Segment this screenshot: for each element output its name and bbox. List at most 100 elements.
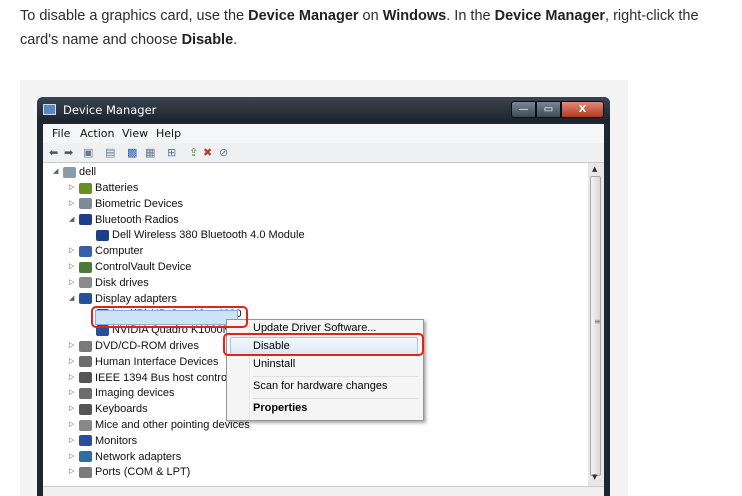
tree-item[interactable]: ◢ Display adapters	[69, 291, 177, 307]
tree-item[interactable]: ▷ ControlVault Device	[69, 259, 191, 275]
tree-item[interactable]: ▷ DVD/CD-ROM drives	[69, 338, 199, 354]
menu-item-scan[interactable]: Scan for hardware changes	[253, 380, 388, 392]
menu-help[interactable]: Help	[156, 127, 181, 140]
properties-icon[interactable]: ▣	[83, 146, 93, 159]
maximize-button[interactable]: ▭	[536, 101, 561, 118]
tree-item-label: Bluetooth Radios	[95, 213, 179, 226]
help-icon[interactable]: ▩	[127, 146, 137, 159]
intro-bold-device-manager: Device Manager	[248, 8, 359, 24]
intro-bold-windows: Windows	[382, 8, 447, 24]
collapsed-arrow-icon[interactable]: ▷	[69, 275, 79, 291]
tree-item[interactable]: ▷ IEEE 1394 Bus host controllers	[69, 370, 247, 386]
highlight-box-intel	[91, 306, 248, 328]
tree-item-label: Monitors	[95, 434, 138, 447]
tree-item[interactable]: ▷ Batteries	[69, 180, 138, 196]
tree-item[interactable]: ▷ Mice and other pointing devices	[69, 417, 250, 433]
menu-bar: File Action View Help	[43, 124, 604, 143]
tree-item[interactable]: ▷ Network adapters	[69, 449, 181, 465]
intro-text: .	[233, 32, 238, 48]
uninstall-icon[interactable]: ✖	[203, 146, 212, 159]
intro-text: To disable a graphics card, use the	[20, 8, 249, 24]
device-icon	[79, 403, 92, 415]
collapsed-arrow-icon[interactable]: ▷	[69, 433, 79, 449]
tree-item[interactable]: ▷ Computer	[69, 243, 143, 259]
intro-text: . In the	[446, 8, 495, 24]
tree-item-label: DVD/CD-ROM drives	[95, 340, 199, 352]
device-icon	[79, 214, 92, 226]
device-manager-icon	[43, 104, 56, 115]
device-icon	[79, 356, 92, 368]
tree-item[interactable]: ◢ Bluetooth Radios	[69, 212, 179, 228]
instruction-text: To disable a graphics card, use the Devi…	[20, 4, 735, 52]
tree-item-label: Computer	[95, 245, 144, 258]
device-icon	[79, 435, 92, 447]
device-icon	[96, 229, 109, 241]
grip-icon: ≡	[594, 317, 601, 326]
menu-item-properties[interactable]: Properties	[253, 402, 307, 414]
intro-bold-device-manager: Device Manager	[494, 8, 606, 24]
device-icon	[79, 293, 92, 305]
tree-item-label: Disk drives	[95, 276, 149, 289]
device-icon	[79, 419, 92, 431]
tree-item[interactable]: ▷ Imaging devices	[69, 385, 175, 401]
collapsed-arrow-icon[interactable]: ▷	[69, 196, 79, 212]
tree-view-icon[interactable]: ▤	[105, 146, 115, 159]
menu-separator	[253, 376, 418, 377]
toolbar: ⬅ ➡ ▣ ▤ ▩ ▦ ⊞ ⇪ ✖ ⊘	[43, 143, 604, 163]
scroll-down-icon[interactable]: ▼	[592, 473, 597, 481]
tree-item[interactable]: ▷ Keyboards	[69, 401, 148, 417]
collapsed-arrow-icon[interactable]: ▷	[69, 180, 79, 196]
device-icon	[79, 466, 92, 478]
tree-item-label: Imaging devices	[95, 387, 175, 400]
tree-item[interactable]: ▷ Human Interface Devices	[69, 354, 219, 370]
expanded-arrow-icon[interactable]: ◢	[69, 291, 79, 307]
disable-icon[interactable]: ⊘	[219, 146, 228, 159]
tree-item[interactable]: ▷ Ports (COM & LPT)	[69, 464, 190, 480]
computer-icon	[63, 166, 76, 178]
menu-view[interactable]: View	[122, 127, 148, 140]
device-icon	[79, 387, 92, 399]
collapsed-arrow-icon[interactable]: ▷	[69, 259, 79, 275]
tree-item[interactable]: Dell Wireless 380 Bluetooth 4.0 Module	[86, 227, 305, 243]
device-icon	[79, 277, 92, 289]
collapsed-arrow-icon[interactable]: ▷	[69, 464, 79, 480]
window-title: Device Manager	[63, 103, 157, 117]
minimize-button[interactable]: —	[511, 101, 536, 118]
device-icon	[79, 182, 92, 194]
collapsed-arrow-icon[interactable]: ▷	[69, 370, 79, 386]
collapsed-arrow-icon[interactable]: ▷	[69, 385, 79, 401]
tree-item-label: Ports (COM & LPT)	[95, 466, 191, 479]
expanded-arrow-icon[interactable]: ◢	[53, 164, 63, 180]
view-icon[interactable]: ▦	[145, 146, 155, 159]
tree-item-label: IEEE 1394 Bus host controllers	[95, 371, 248, 384]
title-bar[interactable]: Device Manager — ▭ X	[37, 97, 610, 122]
collapsed-arrow-icon[interactable]: ▷	[69, 417, 79, 433]
intro-bold-disable: Disable	[181, 32, 234, 48]
device-icon	[79, 245, 92, 257]
scroll-thumb[interactable]: ≡	[590, 176, 601, 476]
scan-icon[interactable]: ⊞	[167, 146, 176, 159]
collapsed-arrow-icon[interactable]: ▷	[69, 449, 79, 465]
tree-root[interactable]: ◢ dell	[53, 164, 96, 180]
menu-action[interactable]: Action	[80, 127, 114, 140]
scroll-up-icon[interactable]: ▲	[592, 165, 597, 173]
tree-item[interactable]: ▷ Monitors	[69, 433, 137, 449]
menu-separator	[253, 398, 418, 399]
update-driver-icon[interactable]: ⇪	[189, 146, 198, 159]
menu-item-uninstall[interactable]: Uninstall	[253, 358, 295, 370]
collapsed-arrow-icon[interactable]: ▷	[69, 338, 79, 354]
collapsed-arrow-icon[interactable]: ▷	[69, 401, 79, 417]
menu-file[interactable]: File	[52, 127, 70, 140]
collapsed-arrow-icon[interactable]: ▷	[69, 243, 79, 259]
tree-item-label: Biometric Devices	[95, 197, 184, 210]
close-button[interactable]: X	[561, 101, 604, 118]
tree-item[interactable]: ▷ Disk drives	[69, 275, 149, 291]
collapsed-arrow-icon[interactable]: ▷	[69, 354, 79, 370]
expanded-arrow-icon[interactable]: ◢	[69, 212, 79, 228]
device-icon	[79, 261, 92, 273]
device-icon	[79, 451, 92, 463]
tree-item[interactable]: ▷ Biometric Devices	[69, 196, 183, 212]
vertical-scrollbar[interactable]: ▲ ≡ ▼	[588, 163, 604, 486]
forward-arrow-icon[interactable]: ➡	[64, 146, 73, 159]
back-arrow-icon[interactable]: ⬅	[49, 146, 58, 159]
